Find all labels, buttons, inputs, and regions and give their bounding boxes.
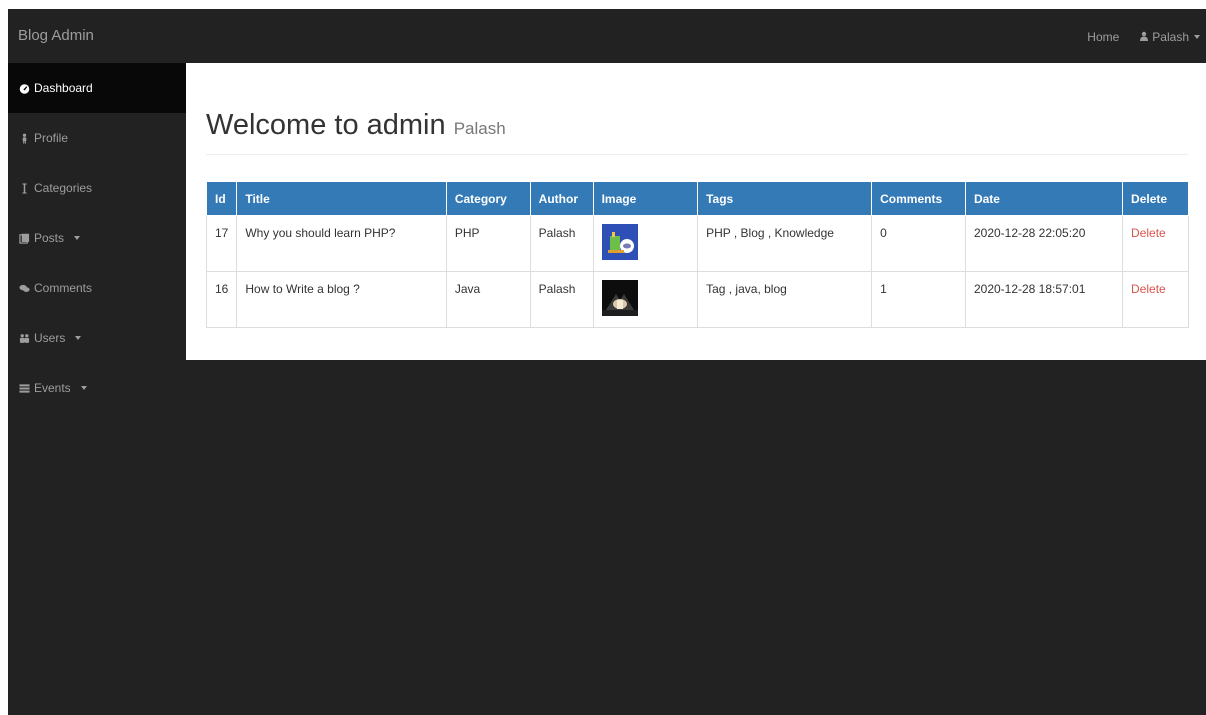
chevron-down-icon: [74, 236, 81, 240]
sidebar-item-label: Categories: [34, 181, 93, 195]
user-dropdown[interactable]: Palash: [1139, 30, 1200, 44]
page-subtitle: Palash: [453, 119, 506, 138]
table-header-row: Id Title Category Author Image Tags Comm…: [205, 181, 1189, 216]
chevron-down-icon: [80, 386, 87, 390]
sidebar-item-label: Events: [34, 381, 71, 395]
cell-title: How to Write a blog ?: [236, 271, 447, 328]
chevron-down-icon: [1194, 35, 1200, 39]
events-icon: [18, 382, 30, 394]
user-name: Palash: [1152, 30, 1189, 44]
sidebar-item-events[interactable]: Events: [8, 363, 186, 413]
sidebar: Dashboard Profile Categories Posts Comme…: [8, 63, 186, 413]
delete-link[interactable]: Delete: [1131, 282, 1166, 296]
cell-category: PHP: [445, 215, 531, 272]
users-icon: [18, 332, 30, 344]
cell-image: [592, 271, 699, 328]
column-header-author: Author: [529, 181, 594, 216]
navbar-right: Home Palash: [1087, 30, 1200, 44]
page-header: Welcome to admin Palash: [206, 109, 1188, 155]
cell-date: 2020-12-28 18:57:01: [964, 271, 1124, 328]
sidebar-item-users[interactable]: Users: [8, 313, 186, 363]
cell-id: 17: [205, 215, 238, 272]
column-header-title: Title: [236, 181, 447, 216]
cell-author: Palash: [529, 271, 594, 328]
sidebar-item-categories[interactable]: Categories: [8, 163, 186, 213]
cell-delete: Delete: [1122, 271, 1189, 328]
sidebar-item-label: Users: [34, 331, 66, 345]
cell-id: 16: [205, 271, 238, 328]
posts-table: Id Title Category Author Image Tags Comm…: [205, 181, 1189, 328]
cell-date: 2020-12-28 22:05:20: [964, 215, 1124, 272]
top-navbar: Blog Admin Home Palash: [8, 9, 1206, 63]
page-title: Welcome to admin Palash: [206, 109, 1188, 142]
cell-title: Why you should learn PHP?: [236, 215, 447, 272]
sidebar-item-profile[interactable]: Profile: [8, 113, 186, 163]
table-row: 16 How to Write a blog ? Java Palash Tag…: [205, 271, 1189, 328]
sidebar-item-dashboard[interactable]: Dashboard: [8, 63, 186, 113]
cell-delete: Delete: [1122, 215, 1189, 272]
column-header-date: Date: [964, 181, 1124, 216]
home-link-label: Home: [1087, 30, 1120, 44]
sidebar-item-comments[interactable]: Comments: [8, 263, 186, 313]
sidebar-item-label: Profile: [34, 131, 69, 145]
cell-image: [592, 215, 699, 272]
sidebar-item-label: Dashboard: [34, 81, 93, 95]
blog-thumbnail-image: [601, 280, 638, 316]
cell-author: Palash: [529, 215, 594, 272]
sidebar-item-label: Posts: [34, 231, 65, 245]
cell-comments: 1: [871, 271, 966, 328]
column-header-id: Id: [205, 181, 238, 216]
sidebar-item-posts[interactable]: Posts: [8, 213, 186, 263]
column-header-delete: Delete: [1122, 181, 1189, 216]
home-link[interactable]: Home: [1087, 30, 1119, 44]
column-header-category: Category: [445, 181, 531, 216]
cell-tags: PHP , Blog , Knowledge: [697, 215, 873, 272]
column-header-comments: Comments: [871, 181, 966, 216]
brand-link[interactable]: Blog Admin: [18, 27, 94, 44]
column-header-image: Image: [592, 181, 699, 216]
cell-comments: 0: [871, 215, 966, 272]
php-thumbnail-image: [601, 224, 638, 260]
table-row: 17 Why you should learn PHP? PHP Palash: [205, 215, 1189, 272]
cell-tags: Tag , java, blog: [697, 271, 873, 328]
app-frame: Blog Admin Home Palash Dashboard Profile…: [8, 9, 1206, 715]
comments-icon: [18, 282, 30, 294]
user-icon: [1139, 30, 1149, 44]
sidebar-item-label: Comments: [34, 281, 93, 295]
chevron-down-icon: [75, 336, 82, 340]
column-header-tags: Tags: [697, 181, 873, 216]
main-content: Welcome to admin Palash Id Title Categor…: [186, 63, 1206, 360]
posts-icon: [18, 232, 30, 244]
profile-icon: [18, 132, 30, 144]
categories-icon: [18, 182, 30, 194]
delete-link[interactable]: Delete: [1131, 226, 1166, 240]
cell-category: Java: [445, 271, 531, 328]
dashboard-icon: [18, 82, 30, 94]
page-title-text: Welcome to admin: [206, 109, 446, 141]
